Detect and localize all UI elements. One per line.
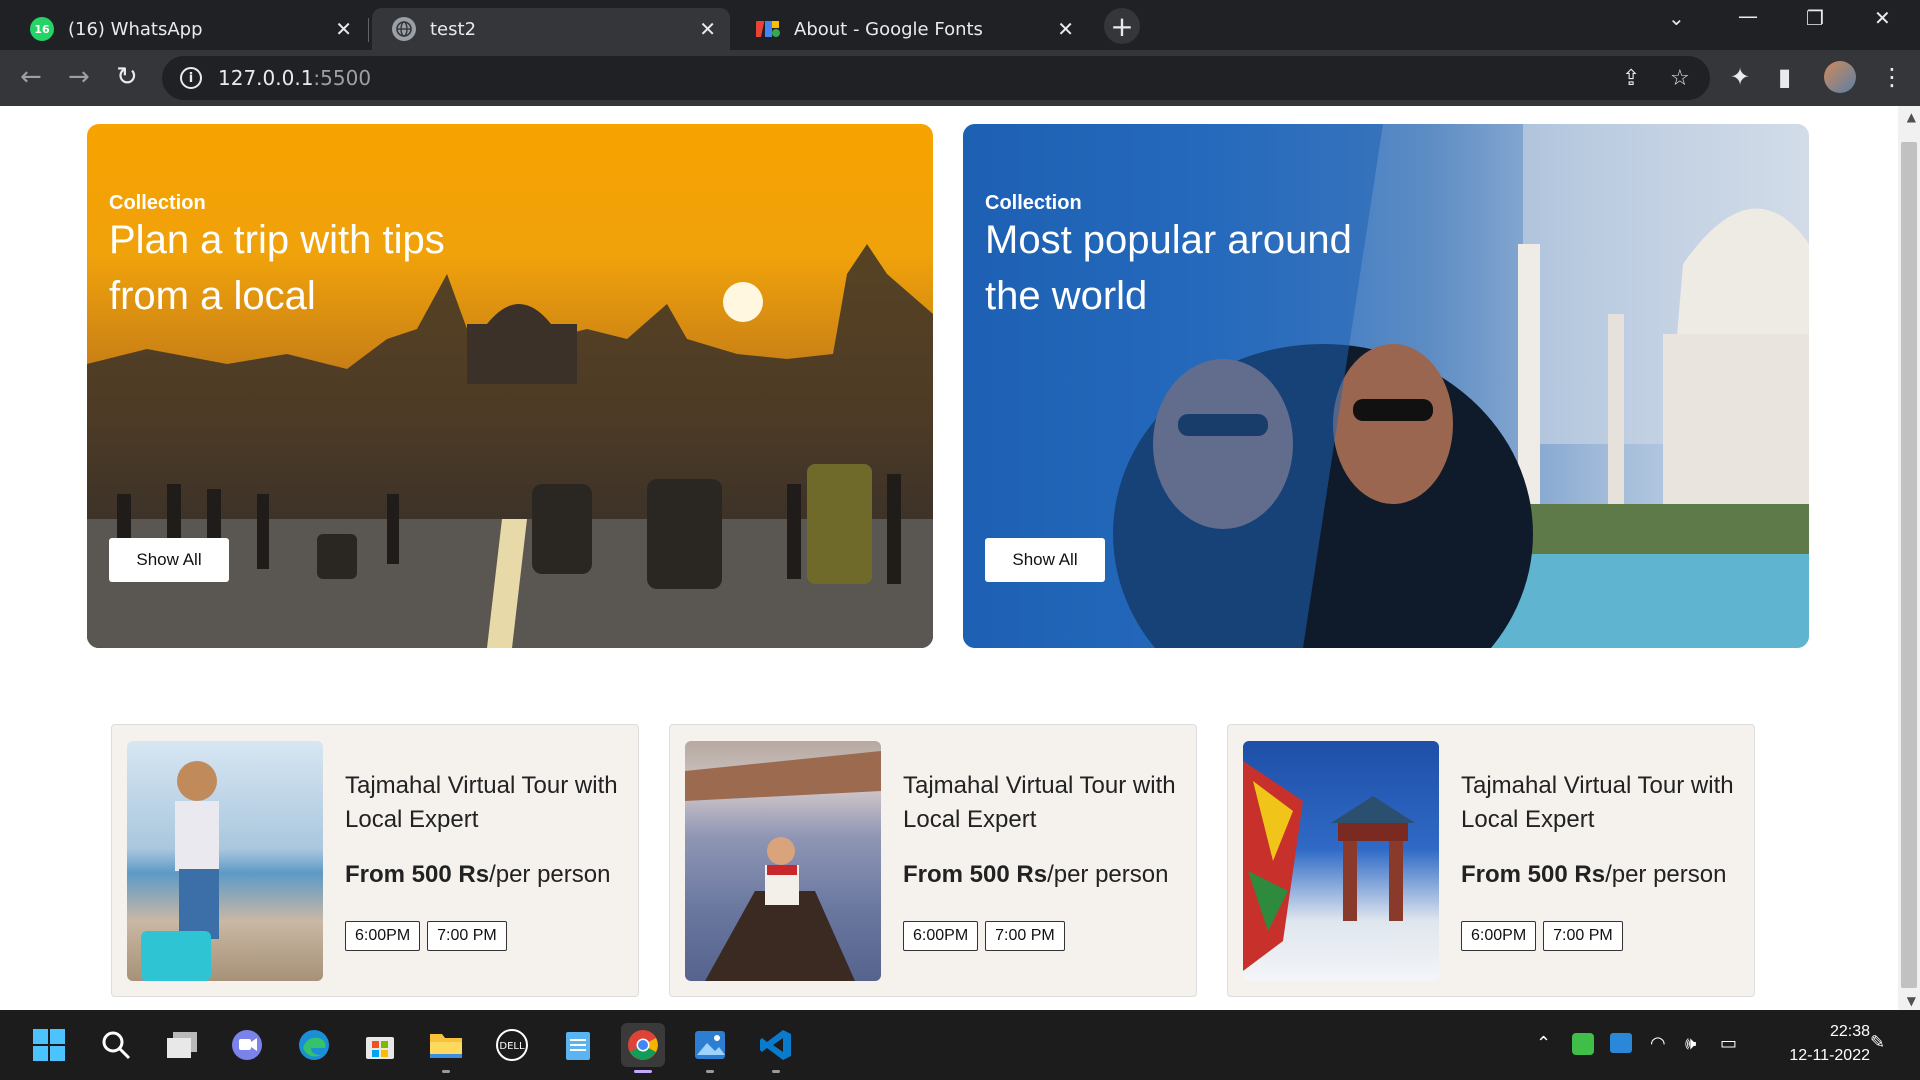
close-window-button[interactable]: ✕ <box>1874 6 1891 30</box>
back-icon[interactable]: ← <box>20 62 42 92</box>
scroll-up-icon[interactable]: ▲ <box>1907 110 1916 124</box>
time-slot-button[interactable]: 6:00PM <box>903 921 979 951</box>
wifi-icon[interactable]: ◠ <box>1650 1033 1666 1054</box>
tray-app-icon[interactable] <box>1572 1033 1594 1055</box>
hero-headline: Plan a trip with tips from a local <box>109 218 445 318</box>
task-view-icon[interactable] <box>160 1023 204 1067</box>
windows-taskbar: DELL ⌃ ◠ 🕪 ▭ 22:38 12-11-2022 ✎ <box>0 1010 1920 1080</box>
globe-icon <box>392 17 416 41</box>
notepad-icon[interactable] <box>556 1023 600 1067</box>
time-slot-button[interactable]: 7:00 PM <box>985 921 1065 951</box>
time-slot-button[interactable]: 6:00PM <box>1461 921 1537 951</box>
tab-title: About - Google Fonts <box>794 18 983 40</box>
battery-icon[interactable]: ▭ <box>1720 1033 1737 1054</box>
forward-icon[interactable]: → <box>68 62 90 92</box>
tab-whatsapp[interactable]: 16 (16) WhatsApp ✕ <box>10 8 366 50</box>
time-slots: 6:00PM 7:00 PM <box>1461 921 1623 951</box>
show-all-button[interactable]: Show All <box>109 538 229 582</box>
new-tab-button[interactable]: + <box>1104 8 1140 44</box>
tour-card[interactable]: Tajmahal Virtual Tour with Local Expert … <box>669 724 1197 997</box>
tour-price: From 500 Rs/per person <box>1461 861 1727 888</box>
photos-icon[interactable] <box>688 1023 732 1073</box>
time-slots: 6:00PM 7:00 PM <box>345 921 507 951</box>
store-icon[interactable] <box>358 1023 402 1067</box>
menu-kebab-icon[interactable]: ⋮ <box>1880 63 1904 91</box>
close-icon[interactable]: ✕ <box>699 17 716 41</box>
hero-card-local-tips: Collection Plan a trip with tips from a … <box>87 124 933 648</box>
chevron-up-icon[interactable]: ⌃ <box>1536 1033 1551 1054</box>
tour-title: Tajmahal Virtual Tour with Local Expert <box>1461 772 1734 833</box>
tab-title: test2 <box>430 18 477 40</box>
vscode-icon[interactable] <box>754 1023 798 1073</box>
side-panel-icon[interactable]: ▮ <box>1778 63 1791 91</box>
tour-photo <box>685 741 881 981</box>
notification-icon[interactable]: ✎ <box>1870 1032 1885 1053</box>
tour-photo <box>127 741 323 981</box>
tray-monitor-icon[interactable] <box>1610 1033 1632 1053</box>
close-icon[interactable]: ✕ <box>1057 17 1074 41</box>
time-slots: 6:00PM 7:00 PM <box>903 921 1065 951</box>
url-text: 127.0.0.1:5500 <box>218 66 372 90</box>
whatsapp-icon: 16 <box>30 17 54 41</box>
close-icon[interactable]: ✕ <box>335 17 352 41</box>
minimize-button[interactable]: — <box>1738 4 1758 28</box>
scroll-thumb[interactable] <box>1901 142 1917 988</box>
hero-card-popular: Collection Most popular around the world… <box>963 124 1809 648</box>
dell-icon[interactable]: DELL <box>490 1023 534 1067</box>
tour-price: From 500 Rs/per person <box>345 861 611 888</box>
time-slot-button[interactable]: 6:00PM <box>345 921 421 951</box>
tab-test2[interactable]: test2 ✕ <box>372 8 730 50</box>
share-icon[interactable]: ⇪ <box>1622 66 1640 91</box>
tab-strip: 16 (16) WhatsApp ✕ test2 ✕ About - Googl… <box>0 0 1920 50</box>
tour-title: Tajmahal Virtual Tour with Local Expert <box>903 772 1176 833</box>
tab-title: (16) WhatsApp <box>68 18 203 40</box>
bookmark-star-icon[interactable]: ☆ <box>1670 66 1690 91</box>
system-clock[interactable]: 22:38 12-11-2022 <box>1760 1020 1870 1068</box>
address-bar[interactable]: i 127.0.0.1:5500 ⇪ ☆ <box>162 56 1710 100</box>
tab-google-fonts[interactable]: About - Google Fonts ✕ <box>736 8 1088 50</box>
tour-title: Tajmahal Virtual Tour with Local Expert <box>345 772 618 833</box>
scroll-down-icon[interactable]: ▼ <box>1907 994 1916 1008</box>
time-slot-button[interactable]: 7:00 PM <box>1543 921 1623 951</box>
restore-button[interactable]: ❐ <box>1806 6 1824 30</box>
browser-toolbar: ← → ↻ i 127.0.0.1:5500 ⇪ ☆ ✦ ▮ ⋮ <box>0 50 1920 106</box>
tab-search-icon[interactable]: ⌄ <box>1668 6 1685 30</box>
tour-card[interactable]: Tajmahal Virtual Tour with Local Expert … <box>111 724 639 997</box>
chrome-icon[interactable] <box>621 1023 665 1073</box>
start-icon[interactable] <box>27 1023 71 1067</box>
search-icon[interactable] <box>94 1023 138 1067</box>
clock-date: 12-11-2022 <box>1789 1047 1870 1064</box>
profile-avatar[interactable] <box>1824 61 1856 93</box>
tour-price: From 500 Rs/per person <box>903 861 1169 888</box>
site-info-icon[interactable]: i <box>180 67 202 89</box>
time-slot-button[interactable]: 7:00 PM <box>427 921 507 951</box>
svg-text:DELL: DELL <box>499 1041 525 1052</box>
reload-icon[interactable]: ↻ <box>116 62 138 92</box>
page-scrollbar[interactable]: ▲ ▼ <box>1898 106 1920 1010</box>
tour-photo <box>1243 741 1439 981</box>
edge-icon[interactable] <box>292 1023 336 1067</box>
extensions-icon[interactable]: ✦ <box>1730 63 1750 91</box>
page-viewport: Collection Plan a trip with tips from a … <box>0 106 1920 1010</box>
tour-card[interactable]: Tajmahal Virtual Tour with Local Expert … <box>1227 724 1755 997</box>
hero-headline: Most popular around the world <box>985 218 1352 318</box>
google-fonts-icon <box>756 17 780 41</box>
file-explorer-icon[interactable] <box>424 1023 468 1073</box>
teams-chat-icon[interactable] <box>225 1023 269 1067</box>
volume-icon[interactable]: 🕪 <box>1685 1033 1696 1054</box>
show-all-button[interactable]: Show All <box>985 538 1105 582</box>
clock-time: 22:38 <box>1829 1023 1870 1040</box>
